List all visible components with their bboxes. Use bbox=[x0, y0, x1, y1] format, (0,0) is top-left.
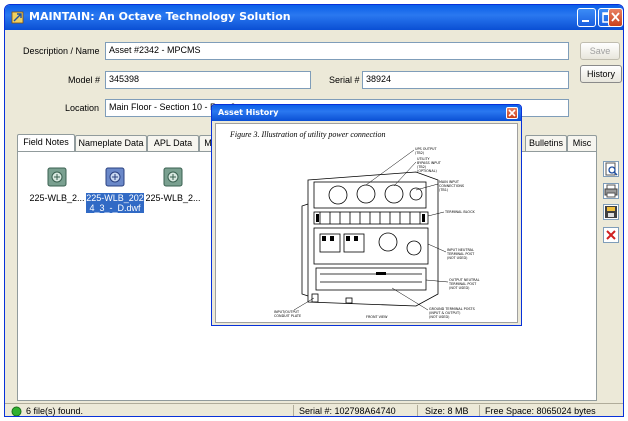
file-icon bbox=[47, 167, 67, 187]
callout-ups-output: UPS OUTPUT (TB2) bbox=[415, 147, 437, 155]
close-icon bbox=[508, 109, 516, 117]
callout-utility-bypass: UTILITY BYPASS INPUT (TB2) (OPTIONAL) bbox=[417, 157, 441, 173]
ups-illustration bbox=[293, 149, 449, 311]
status-ok-icon bbox=[11, 406, 22, 416]
description-label: Description / Name bbox=[23, 46, 100, 56]
tab-apl-data[interactable]: APL Data bbox=[147, 135, 199, 151]
callout-main-input: MAIN INPUT CONNECTIONS (TB1) bbox=[439, 180, 465, 192]
size-status: Size: 8 MB bbox=[425, 406, 469, 416]
serial-field[interactable]: 38924 bbox=[362, 71, 569, 89]
file-label-line2: 4_3_-_D.dwf bbox=[86, 203, 144, 213]
dialog-close-button[interactable] bbox=[506, 107, 518, 119]
save-button[interactable]: Save bbox=[580, 42, 620, 60]
tab-nameplate-data[interactable]: Nameplate Data bbox=[75, 135, 147, 151]
status-divider bbox=[417, 405, 418, 416]
view-file-button[interactable] bbox=[603, 161, 619, 177]
status-divider bbox=[479, 405, 480, 416]
history-button[interactable]: History bbox=[580, 65, 622, 83]
file-label: 225-WLB_2... bbox=[145, 193, 201, 203]
print-button[interactable] bbox=[603, 183, 619, 199]
minimize-button[interactable] bbox=[577, 8, 596, 27]
delete-icon bbox=[606, 230, 616, 240]
dialog-title: Asset History bbox=[218, 108, 279, 117]
file-item-selected[interactable]: 225-WLB_202 4_3_-_D.dwf bbox=[86, 166, 144, 213]
window-title: MAINTAIN: An Octave Technology Solution bbox=[29, 10, 291, 23]
tab-field-notes[interactable]: Field Notes bbox=[17, 134, 75, 151]
app-icon bbox=[11, 11, 24, 24]
file-item[interactable]: 225-WLB_2... bbox=[144, 166, 202, 203]
close-button[interactable] bbox=[608, 8, 623, 27]
tab-misc[interactable]: Misc bbox=[567, 135, 597, 151]
status-bar: 6 file(s) found. Serial #: 102798A64740 … bbox=[5, 403, 623, 416]
description-field[interactable]: Asset #2342 - MPCMS bbox=[105, 42, 569, 60]
callout-output-neutral: OUTPUT NEUTRAL TERMINAL POST (NOT USED) bbox=[449, 278, 480, 290]
model-field[interactable]: 345398 bbox=[105, 71, 311, 89]
view-icon bbox=[605, 162, 618, 176]
callout-terminal-block: TERMINAL BLOCK bbox=[445, 210, 475, 214]
files-found-status: 6 file(s) found. bbox=[26, 406, 84, 416]
serial-label: Serial # bbox=[329, 75, 360, 85]
tab-bulletins[interactable]: Bulletins bbox=[525, 135, 567, 151]
save-file-button[interactable] bbox=[603, 204, 619, 220]
callout-front-view: FRONT VIEW bbox=[366, 315, 388, 319]
file-item[interactable]: 225-WLB_2... bbox=[28, 166, 86, 203]
file-icon bbox=[163, 167, 183, 187]
callout-input-neutral: INPUT NEUTRAL TERMINAL POST (NOT USED) bbox=[447, 248, 475, 260]
file-icon bbox=[105, 167, 125, 187]
dialog-content: Figure 3. Illustration of utility power … bbox=[215, 123, 518, 323]
callout-conduit: INPUT/OUTPUT CONDUIT PLATE bbox=[274, 310, 302, 318]
file-label: 225-WLB_2... bbox=[29, 193, 85, 203]
dialog-title-bar[interactable]: Asset History bbox=[212, 105, 521, 121]
print-icon bbox=[604, 184, 618, 198]
save-icon bbox=[605, 206, 617, 218]
model-label: Model # bbox=[68, 75, 101, 85]
callout-ground: GROUND TERMINAL POSTS (INPUT & OUTPUT) (… bbox=[429, 307, 475, 319]
location-label: Location bbox=[65, 103, 100, 113]
file-label-line1: 225-WLB_202 bbox=[86, 193, 144, 203]
minimize-icon bbox=[582, 20, 589, 22]
title-bar[interactable]: MAINTAIN: An Octave Technology Solution bbox=[5, 5, 623, 30]
status-divider bbox=[293, 405, 294, 416]
asset-history-dialog: Asset History Figure 3. Illustration of … bbox=[211, 104, 522, 326]
serial-status: Serial #: 102798A64740 bbox=[299, 406, 396, 416]
free-space-status: Free Space: 8065024 bytes bbox=[485, 406, 596, 416]
delete-button[interactable] bbox=[603, 227, 619, 243]
close-icon bbox=[611, 12, 620, 22]
